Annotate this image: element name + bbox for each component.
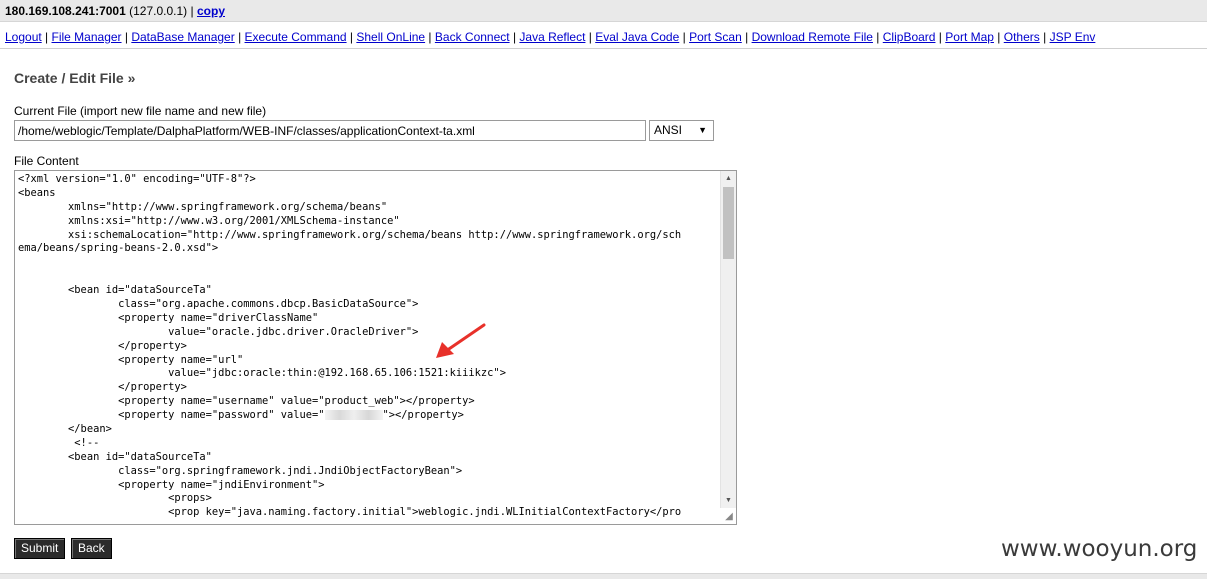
menu-item-port-scan[interactable]: Port Scan bbox=[689, 30, 742, 44]
watermark: www.wooyun.org bbox=[1001, 536, 1198, 562]
menu-item-file-manager[interactable]: File Manager bbox=[52, 30, 122, 44]
menu-item-shell-online[interactable]: Shell OnLine bbox=[356, 30, 425, 44]
menu-item-eval-java-code[interactable]: Eval Java Code bbox=[595, 30, 679, 44]
file-content-textarea[interactable]: <?xml version="1.0" encoding="UTF-8"?> <b… bbox=[14, 170, 737, 525]
page-title: Create / Edit File » bbox=[14, 70, 136, 86]
password-prefix: <property name="password" value=" bbox=[18, 409, 325, 422]
top-separator: | bbox=[190, 4, 194, 18]
menu-item-database-manager[interactable]: DataBase Manager bbox=[131, 30, 234, 44]
file-content-text: <?xml version="1.0" encoding="UTF-8"?> <b… bbox=[15, 171, 720, 520]
menu-separator: | bbox=[425, 30, 435, 44]
code-line: class="org.apache.commons.dbcp.BasicData… bbox=[18, 298, 419, 311]
code-line: <property name="url" bbox=[18, 353, 244, 366]
bottom-bar bbox=[0, 573, 1207, 579]
menu-item-execute-command[interactable]: Execute Command bbox=[245, 30, 347, 44]
host-address: 180.169.108.241:7001 bbox=[5, 4, 126, 18]
menu-separator: | bbox=[1039, 30, 1050, 44]
code-line: <property name="driverClassName" bbox=[18, 311, 319, 324]
code-line: class="org.springframework.jndi.JndiObje… bbox=[18, 464, 463, 477]
current-file-label: Current File (import new file name and n… bbox=[14, 104, 267, 118]
code-line: value="jdbc:oracle:thin:@192.168.65.106:… bbox=[18, 367, 506, 380]
back-button[interactable]: Back bbox=[71, 538, 112, 559]
code-line: </property> bbox=[18, 339, 187, 352]
menu-item-port-map[interactable]: Port Map bbox=[945, 30, 994, 44]
menu-item-others[interactable]: Others bbox=[1004, 30, 1040, 44]
code-line: <bean id="dataSourceTa" bbox=[18, 284, 212, 297]
annotation-arrow-icon bbox=[436, 323, 486, 358]
code-line: xmlns:xsi="http://www.w3.org/2001/XMLSch… bbox=[18, 214, 400, 227]
main-menu: Logout | File Manager | DataBase Manager… bbox=[0, 23, 1207, 49]
code-line: <bean id="dataSourceTa" bbox=[18, 450, 212, 463]
scroll-up-icon[interactable]: ▲ bbox=[721, 171, 736, 186]
code-line: ema/beans/spring-beans-2.0.xsd"> bbox=[18, 242, 219, 255]
menu-separator: | bbox=[935, 30, 946, 44]
local-address: (127.0.0.1) bbox=[129, 4, 188, 18]
dropdown-arrow-icon: ▼ bbox=[698, 125, 707, 135]
code-line: <property name="username" value="product… bbox=[18, 395, 475, 408]
code-line: <beans bbox=[18, 186, 56, 199]
menu-separator: | bbox=[679, 30, 690, 44]
menu-separator: | bbox=[993, 30, 1004, 44]
submit-button[interactable]: Submit bbox=[14, 538, 66, 559]
top-bar: 180.169.108.241:7001 (127.0.0.1) | copy bbox=[0, 0, 1207, 22]
encoding-value: ANSI bbox=[654, 123, 683, 137]
scroll-thumb[interactable] bbox=[723, 187, 734, 259]
menu-separator: | bbox=[234, 30, 245, 44]
code-line: <props> bbox=[18, 492, 212, 505]
menu-item-download-remote-file[interactable]: Download Remote File bbox=[752, 30, 873, 44]
resize-grip-icon[interactable]: ◢ bbox=[723, 511, 735, 523]
menu-separator: | bbox=[121, 30, 132, 44]
redacted-password bbox=[324, 410, 383, 421]
menu-separator: | bbox=[41, 30, 52, 44]
file-content-label: File Content bbox=[14, 154, 79, 168]
editor-scrollbar[interactable]: ▲ ▼ bbox=[720, 171, 736, 508]
menu-item-java-reflect[interactable]: Java Reflect bbox=[519, 30, 585, 44]
menu-separator: | bbox=[741, 30, 752, 44]
menu-separator: | bbox=[872, 30, 883, 44]
menu-item-back-connect[interactable]: Back Connect bbox=[435, 30, 510, 44]
code-line: </bean> bbox=[18, 423, 112, 436]
code-line: xmlns="http://www.springframework.org/sc… bbox=[18, 200, 388, 213]
code-line: value="oracle.jdbc.driver.OracleDriver"> bbox=[18, 325, 419, 338]
encoding-select[interactable]: ANSI ▼ bbox=[649, 120, 714, 141]
scroll-down-icon[interactable]: ▼ bbox=[721, 493, 736, 508]
menu-separator: | bbox=[509, 30, 520, 44]
menu-item-jsp-env[interactable]: JSP Env bbox=[1050, 30, 1096, 44]
current-file-input[interactable] bbox=[14, 120, 646, 141]
menu-separator: | bbox=[585, 30, 596, 44]
code-line: <?xml version="1.0" encoding="UTF-8"?> bbox=[18, 173, 256, 185]
menu-item-logout[interactable]: Logout bbox=[5, 30, 42, 44]
code-line-password: <property name="password" value=" "></pro… bbox=[18, 409, 720, 423]
password-suffix: "></property> bbox=[382, 409, 464, 422]
code-line: <!-- bbox=[18, 436, 100, 449]
code-line: <property name="jndiEnvironment"> bbox=[18, 478, 325, 491]
code-line: xsi:schemaLocation="http://www.springfra… bbox=[18, 228, 682, 241]
code-line: <prop key="java.naming.factory.initial">… bbox=[18, 506, 682, 519]
copy-link[interactable]: copy bbox=[197, 4, 225, 18]
code-line: </property> bbox=[18, 381, 187, 394]
menu-separator: | bbox=[346, 30, 357, 44]
menu-item-clipboard[interactable]: ClipBoard bbox=[883, 30, 936, 44]
